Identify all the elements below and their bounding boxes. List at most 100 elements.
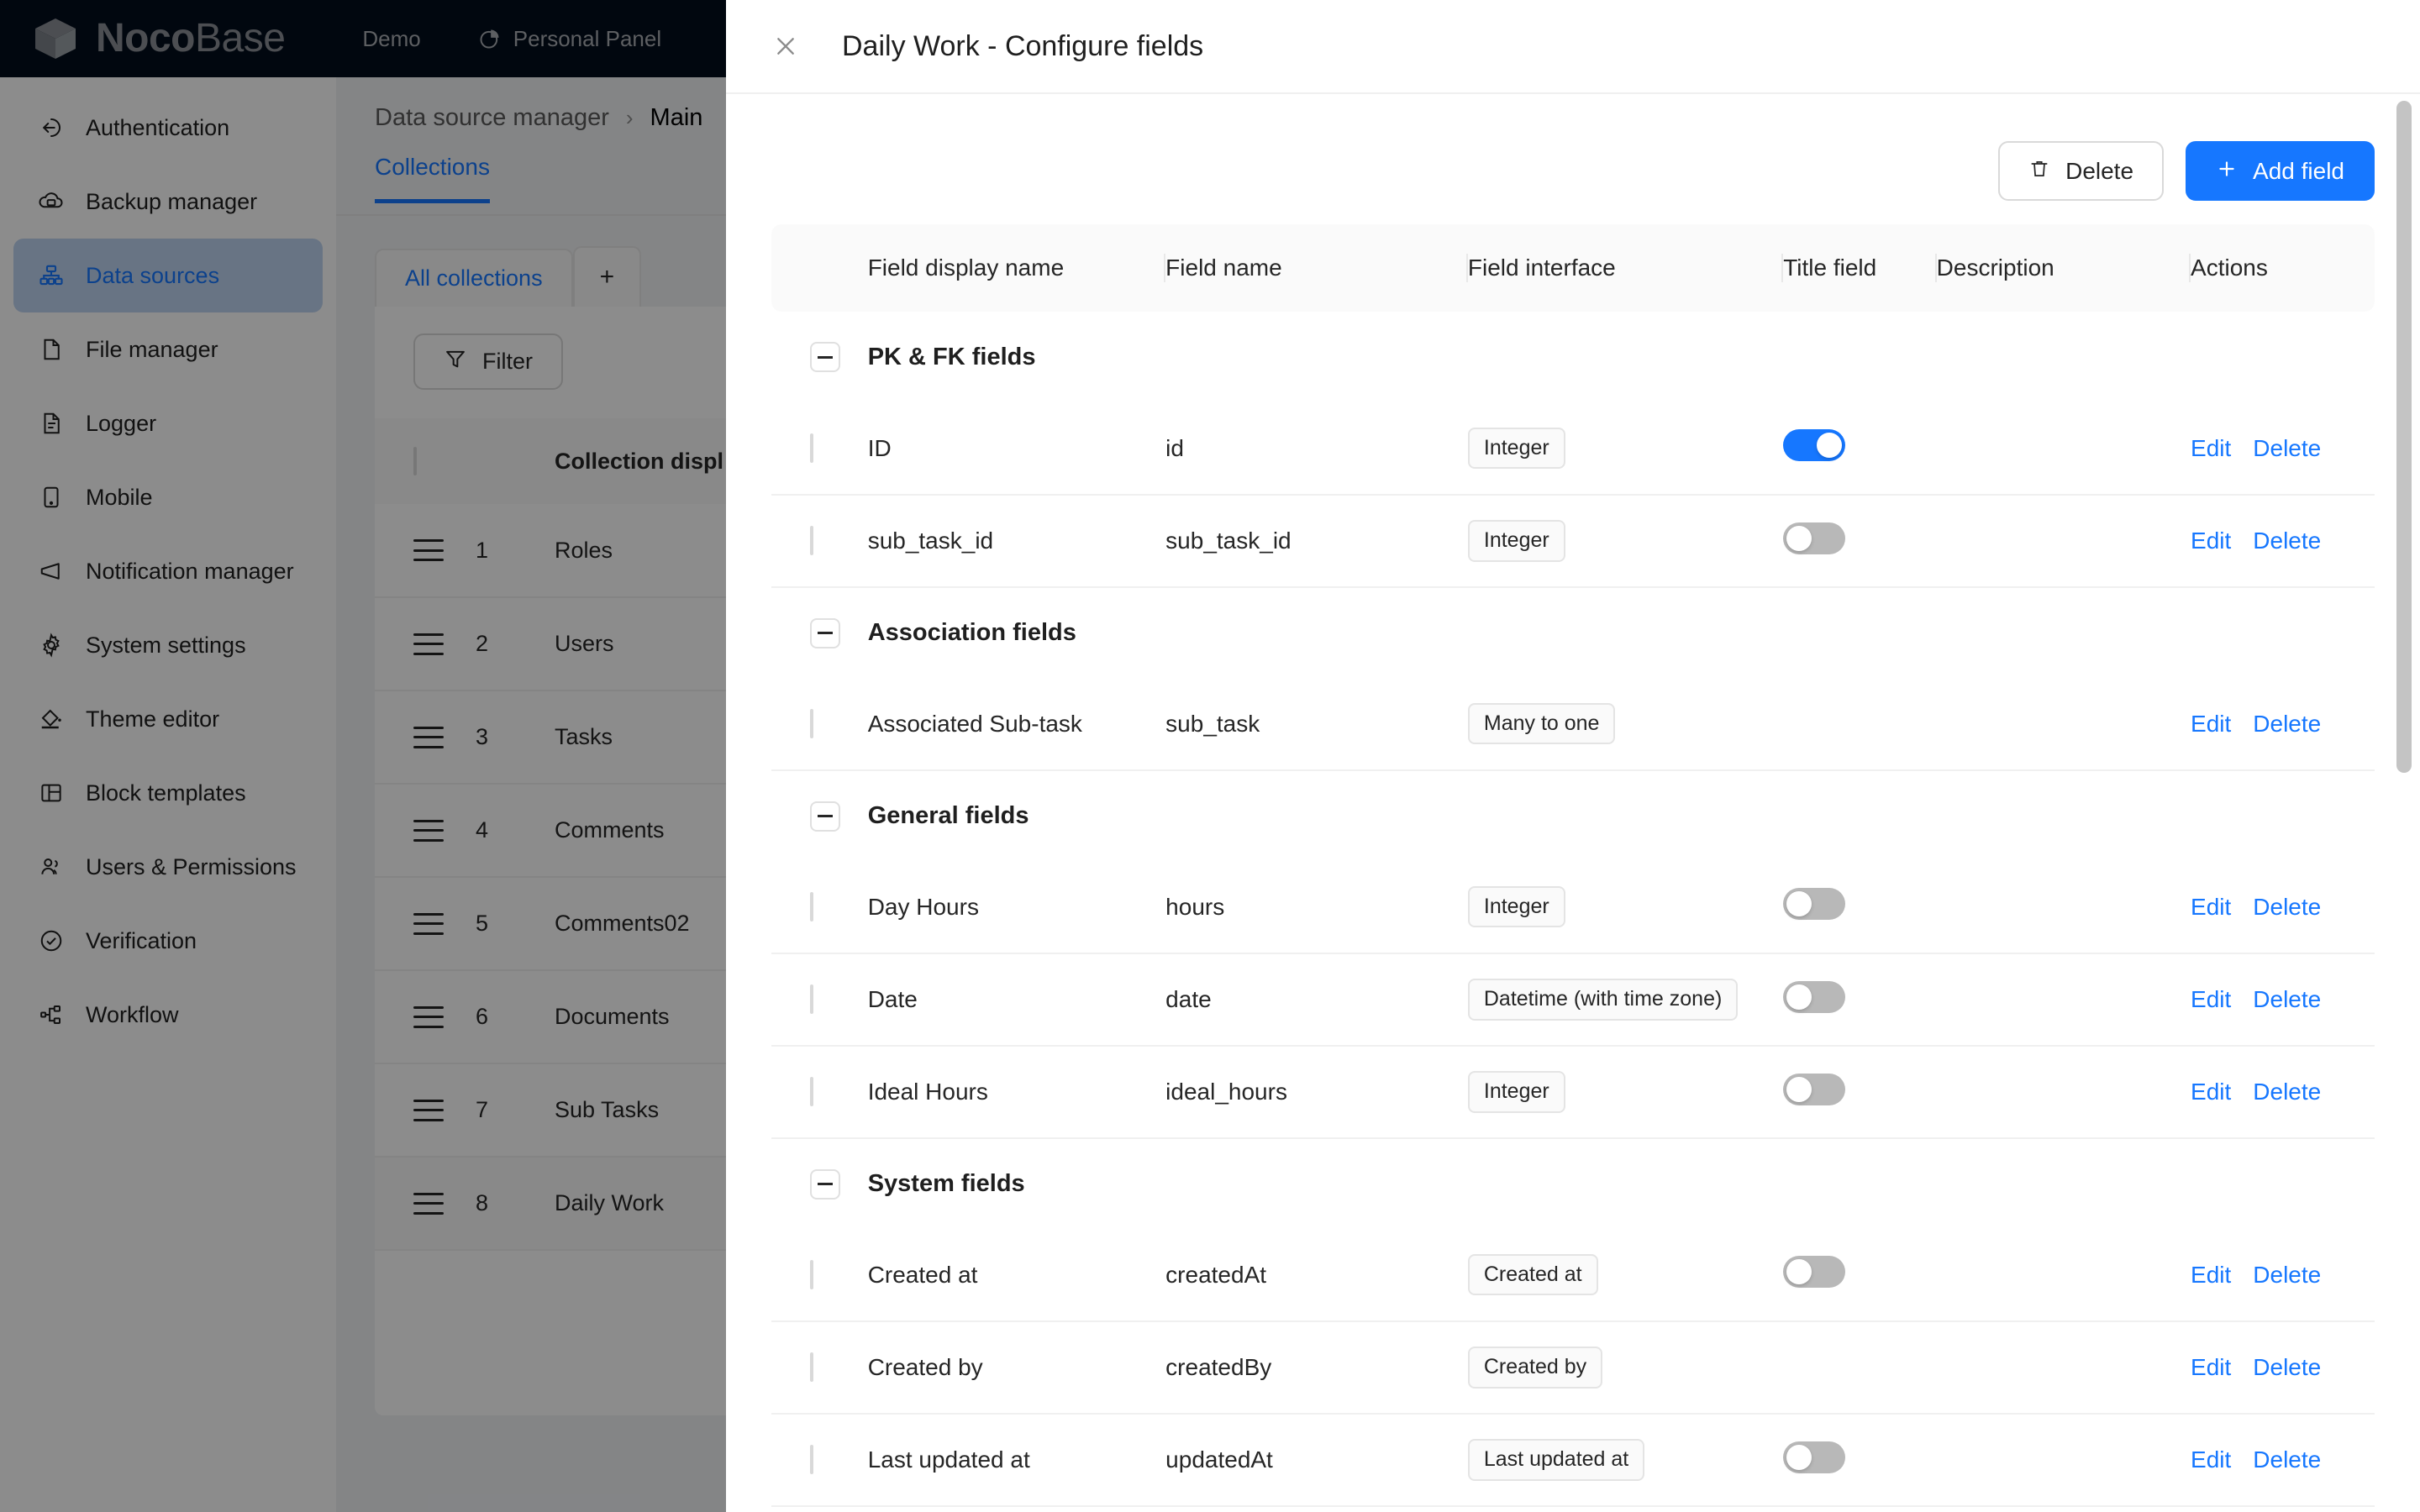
row-checkbox[interactable]: [810, 433, 813, 463]
field-interface-tag: Integer: [1467, 1071, 1565, 1113]
delete-link[interactable]: Delete: [2253, 1354, 2321, 1381]
field-name: createdBy: [1165, 1321, 1468, 1415]
delete-link[interactable]: Delete: [2253, 986, 2321, 1013]
plus-icon: [2216, 158, 2238, 184]
field-group-label: Association fields: [867, 619, 1076, 646]
delete-link[interactable]: Delete: [2253, 435, 2321, 462]
drawer-mask-top[interactable]: [0, 0, 726, 77]
edit-link[interactable]: Edit: [2191, 528, 2231, 554]
fields-table-header: Field display name Field name Field inte…: [771, 224, 2375, 312]
field-description: [1936, 495, 2191, 588]
row-actions: Edit Delete: [2191, 1446, 2375, 1473]
header-label: Field display name: [867, 255, 1065, 281]
field-display-name: Created at: [867, 1229, 1166, 1322]
field-description: [1936, 953, 2191, 1047]
add-field-button-label: Add field: [2253, 157, 2344, 184]
field-group-header: General fields: [771, 770, 2375, 861]
field-row[interactable]: Ideal Hours ideal_hours Integer Edit Dele…: [771, 1046, 2375, 1139]
title-field-toggle[interactable]: [1783, 980, 1846, 1013]
close-icon[interactable]: [771, 32, 800, 60]
row-checkbox[interactable]: [810, 1077, 813, 1106]
header-actions: Actions: [2191, 224, 2375, 312]
field-row[interactable]: sub_task_id sub_task_id Integer Edit Dele…: [771, 495, 2375, 588]
field-row[interactable]: Last updated at updatedAt Last updated a…: [771, 1414, 2375, 1507]
field-row[interactable]: Date date Datetime (with time zone) Edit…: [771, 953, 2375, 1047]
row-checkbox[interactable]: [810, 984, 813, 1014]
field-name: updatedAt: [1165, 1414, 1468, 1507]
edit-link[interactable]: Edit: [2191, 435, 2231, 462]
edit-link[interactable]: Edit: [2191, 1262, 2231, 1289]
edit-link[interactable]: Edit: [2191, 986, 2231, 1013]
header-field-name: Field name: [1165, 224, 1468, 312]
drawer-title: Daily Work - Configure fields: [842, 29, 1204, 62]
delete-link[interactable]: Delete: [2253, 711, 2321, 738]
header-label: Title field: [1783, 255, 1877, 281]
field-row[interactable]: Created at createdAt Created at Edit Dele…: [771, 1229, 2375, 1322]
field-name: hours: [1165, 861, 1468, 954]
title-field-toggle[interactable]: [1783, 1441, 1846, 1473]
drawer-mask[interactable]: [0, 77, 726, 1512]
header-label: Actions: [2191, 255, 2268, 281]
row-checkbox[interactable]: [810, 526, 813, 555]
collapse-minus-icon[interactable]: [810, 342, 840, 372]
row-actions: Edit Delete: [2191, 1079, 2375, 1105]
field-description: [1936, 678, 2191, 771]
drawer-body: Delete Add field Field display name Fiel…: [726, 94, 2420, 1512]
row-checkbox[interactable]: [810, 708, 813, 738]
header-label: Description: [1936, 255, 2054, 281]
row-actions: Edit Delete: [2191, 894, 2375, 921]
header-title-field: Title field: [1783, 224, 1937, 312]
field-group-label: General fields: [867, 802, 1029, 829]
field-interface-tag: Integer: [1467, 520, 1565, 562]
field-row[interactable]: ID id Integer Edit Delete: [771, 402, 2375, 496]
field-interface-tag: Integer: [1467, 885, 1565, 928]
field-group-label: System fields: [867, 1170, 1025, 1197]
collapse-minus-icon[interactable]: [810, 617, 840, 648]
title-field-toggle[interactable]: [1783, 888, 1846, 920]
row-actions: Edit Delete: [2191, 711, 2375, 738]
title-field-toggle[interactable]: [1783, 1073, 1846, 1105]
edit-link[interactable]: Edit: [2191, 894, 2231, 921]
fields-table: Field display name Field name Field inte…: [771, 224, 2375, 1507]
field-name: ideal_hours: [1165, 1046, 1468, 1139]
field-display-name: Day Hours: [867, 861, 1166, 954]
row-checkbox[interactable]: [810, 1445, 813, 1474]
delete-button[interactable]: Delete: [1998, 141, 2165, 201]
delete-link[interactable]: Delete: [2253, 528, 2321, 554]
field-description: [1936, 1321, 2191, 1415]
collapse-minus-icon[interactable]: [810, 1168, 840, 1200]
field-row[interactable]: Associated Sub-task sub_task Many to one…: [771, 678, 2375, 771]
delete-link[interactable]: Delete: [2253, 894, 2321, 921]
title-field-toggle[interactable]: [1783, 429, 1846, 461]
header-select: [771, 224, 868, 312]
drawer-scrollbar[interactable]: [2396, 101, 2412, 773]
edit-link[interactable]: Edit: [2191, 1079, 2231, 1105]
field-name: id: [1165, 402, 1468, 496]
collapse-minus-icon[interactable]: [810, 801, 840, 832]
configure-fields-drawer: Daily Work - Configure fields Delete Add…: [726, 0, 2420, 1512]
header-field-interface: Field interface: [1467, 224, 1784, 312]
header-label: Field interface: [1467, 255, 1616, 281]
edit-link[interactable]: Edit: [2191, 711, 2231, 738]
add-field-button[interactable]: Add field: [2186, 141, 2375, 201]
row-checkbox[interactable]: [810, 891, 813, 921]
field-group-header: PK & FK fields: [771, 312, 2375, 402]
field-row[interactable]: Created by createdBy Created by Edit Dele…: [771, 1321, 2375, 1415]
header-field-display-name: Field display name: [867, 224, 1166, 312]
edit-link[interactable]: Edit: [2191, 1446, 2231, 1473]
field-group-header: System fields: [771, 1138, 2375, 1229]
delete-link[interactable]: Delete: [2253, 1079, 2321, 1105]
row-checkbox[interactable]: [810, 1259, 813, 1289]
title-field-empty: [1783, 678, 1937, 771]
row-checkbox[interactable]: [810, 1352, 813, 1382]
delete-link[interactable]: Delete: [2253, 1262, 2321, 1289]
drawer-actions-bar: Delete Add field: [771, 94, 2375, 224]
title-field-toggle[interactable]: [1783, 1256, 1846, 1288]
title-field-toggle[interactable]: [1783, 522, 1846, 554]
delete-link[interactable]: Delete: [2253, 1446, 2321, 1473]
delete-button-label: Delete: [2065, 157, 2134, 184]
edit-link[interactable]: Edit: [2191, 1354, 2231, 1381]
app-root: NocoBase Demo Personal Panel Authenticat…: [0, 0, 2420, 1512]
field-interface-tag: Created at: [1467, 1253, 1598, 1296]
field-row[interactable]: Day Hours hours Integer Edit Delete: [771, 861, 2375, 954]
